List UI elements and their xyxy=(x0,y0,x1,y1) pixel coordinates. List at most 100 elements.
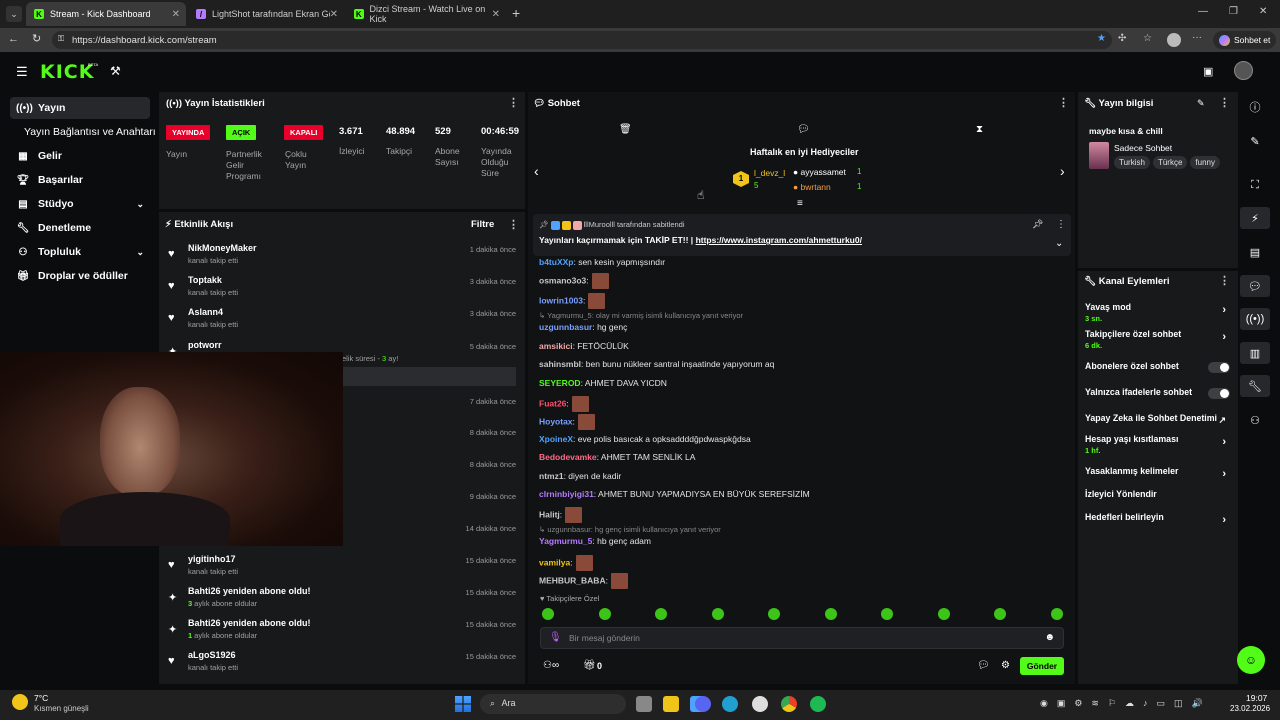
channel-action-row[interactable]: Abonelere özel sohbet xyxy=(1085,361,1230,373)
github-icon[interactable] xyxy=(752,696,768,712)
activity-item[interactable]: ♥ NikMoneyMaker kanalı takip etti 1 dakika … xyxy=(166,243,516,267)
gifter-3-name[interactable]: ● bwrtann xyxy=(793,182,831,192)
sidebar-item-drops[interactable]: 🎁︎ Droplar ve ödüller xyxy=(10,265,150,287)
sidebar-item-revenue[interactable]: ▦ Gelir xyxy=(10,145,150,167)
broadcast-icon[interactable]: ((•)) xyxy=(1240,308,1270,330)
chevron-right-icon[interactable]: › xyxy=(1060,163,1065,179)
reload-icon[interactable]: ↻ xyxy=(32,32,41,45)
sidebar-item-stream-key[interactable]: Yayın Bağlantısı ve Anahtarı xyxy=(18,121,158,143)
quick-emote-icon[interactable] xyxy=(937,608,950,620)
community-icon[interactable]: ⚇∞ xyxy=(543,660,559,671)
chat-username[interactable]: vamilya xyxy=(539,557,570,567)
channel-action-row[interactable]: Hesap yaşı kısıtlaması 1 hf. › xyxy=(1085,434,1230,455)
hammer-icon[interactable]: ⚒ xyxy=(110,64,121,78)
taskbar-search[interactable]: ⌕ Ara xyxy=(480,694,626,714)
chat-username[interactable]: sahinsmbl xyxy=(539,359,581,369)
chat-username[interactable]: Bedodevamke xyxy=(539,452,597,462)
quick-emote-icon[interactable] xyxy=(655,608,667,620)
tab-menu-button[interactable]: ⌄ xyxy=(6,6,22,22)
emoji-icon[interactable]: ☻ xyxy=(1044,632,1055,643)
wrench-icon[interactable]: 🔧︎ xyxy=(1240,375,1270,397)
send-button[interactable]: Gönder xyxy=(1020,657,1064,675)
close-icon[interactable]: ✕ xyxy=(330,9,338,20)
chevron-left-icon[interactable]: ‹ xyxy=(534,163,539,179)
spotify-icon[interactable] xyxy=(810,696,826,712)
toggle-switch[interactable] xyxy=(1208,388,1230,399)
channel-action-row[interactable]: Yavaş mod 3 sn. › xyxy=(1085,302,1230,323)
edit-icon[interactable]: ✎ xyxy=(1197,98,1205,109)
sidebar-item-stream[interactable]: ((•)) Yayın xyxy=(10,97,150,119)
chat-username[interactable]: Fuat26 xyxy=(539,398,566,408)
chat-message[interactable]: Fuat26: xyxy=(539,396,589,412)
chat-message[interactable]: sahinsmbl: ben bunu nükleer santral inşa… xyxy=(539,359,774,369)
quick-emote-icon[interactable] xyxy=(1050,608,1063,620)
sidebar-item-community[interactable]: ⚇ Topluluk ⌄ xyxy=(10,241,150,263)
chat-username[interactable]: b4tuXXp xyxy=(539,257,573,267)
clipboard-icon[interactable]: ▤ xyxy=(1240,241,1270,263)
lightning-icon[interactable]: ⚡︎ xyxy=(1240,207,1270,229)
toggle-switch[interactable] xyxy=(1208,362,1230,373)
task-view-icon[interactable] xyxy=(636,696,652,712)
browser-tab-3[interactable]: K Dizci Stream - Watch Live on Kick ✕ xyxy=(346,2,506,26)
activity-item[interactable]: ♥ Aslann4 kanalı takip etti 3 dakika önce xyxy=(166,307,516,331)
channel-action-row[interactable]: Takipçilere özel sohbet 6 dk. › xyxy=(1085,329,1230,350)
chat-message[interactable]: SEYEROD: AHMET DAVA YICDN xyxy=(539,378,667,388)
top-gifter-name[interactable]: l_devz_l xyxy=(754,168,785,178)
favorites-icon[interactable]: ☆ xyxy=(1143,33,1152,44)
chat-bubble-icon[interactable]: 💬︎ xyxy=(1240,275,1270,297)
gifter-2-name[interactable]: ● ayyassamet xyxy=(793,167,846,177)
channel-action-row[interactable]: Hedefleri belirleyin › xyxy=(1085,512,1230,526)
close-window-button[interactable]: ✕ xyxy=(1259,6,1267,17)
channel-action-row[interactable]: İzleyici Yönlendir xyxy=(1085,489,1230,499)
chevron-down-icon[interactable]: ⌄ xyxy=(1055,238,1063,249)
chat-message[interactable]: uzgunnbasur: hg genç xyxy=(539,322,627,332)
chat-message[interactable]: MEHBUR_BABA: xyxy=(539,573,628,589)
bookmark-star-icon[interactable]: ★ xyxy=(1097,33,1106,44)
category-name[interactable]: Sadece Sohbet xyxy=(1114,143,1172,153)
minimize-button[interactable]: — xyxy=(1198,6,1208,17)
chat-bubble-icon[interactable]: 💬︎ xyxy=(797,124,810,135)
file-explorer-icon[interactable] xyxy=(663,696,679,712)
more-options-icon[interactable]: ⋮ xyxy=(508,96,519,109)
weather-temp[interactable]: 7°C xyxy=(34,693,48,703)
address-input[interactable]: ⚿ https://dashboard.kick.com/stream ★ xyxy=(52,31,1112,49)
support-chat-button[interactable]: ☺ xyxy=(1237,646,1265,674)
pinned-link[interactable]: https://www.instagram.com/ahmetturku0/ xyxy=(696,235,862,245)
quick-emote-icon[interactable] xyxy=(711,608,724,620)
chat-message[interactable]: vamilya: xyxy=(539,555,593,571)
chat-username[interactable]: uzgunnbasur xyxy=(539,322,592,332)
chat-username[interactable]: XpoineX xyxy=(539,434,573,444)
copilot-chat-button[interactable]: Sohbet et xyxy=(1213,31,1277,49)
tag[interactable]: Türkçe xyxy=(1152,156,1188,169)
more-options-icon[interactable]: ⋮ xyxy=(1056,219,1066,230)
tag[interactable]: funny xyxy=(1190,156,1220,169)
layout-icon[interactable]: ▥ xyxy=(1240,342,1270,364)
chat-username[interactable]: lowrin1003 xyxy=(539,295,583,305)
channel-action-row[interactable]: Yapay Zeka ile Sohbet Denetimi ↗ xyxy=(1085,413,1230,425)
chat-message[interactable]: osmano3o3: xyxy=(539,273,609,289)
gear-icon[interactable]: ⚙︎ xyxy=(1001,660,1010,671)
more-options-icon[interactable]: ⋮ xyxy=(508,218,519,231)
chat-username[interactable]: Hoyotax xyxy=(539,416,573,426)
back-icon[interactable]: ← xyxy=(8,33,19,45)
chat-message[interactable]: lowrin1003: xyxy=(539,293,606,309)
chat-message[interactable]: XpoineX: eve polis basıcak a opksaddddğp… xyxy=(539,434,751,444)
chat-message[interactable]: Hoyotax: xyxy=(539,414,595,430)
screenshot-icon[interactable]: ⛶ xyxy=(1240,174,1270,196)
avatar[interactable] xyxy=(1167,33,1181,47)
browser-tab-2[interactable]: / LightShot tarafından Ekran Görünt ✕ xyxy=(188,2,344,26)
collapse-icon[interactable]: ≡ xyxy=(797,198,803,209)
kick-logo[interactable]: KICK xyxy=(40,61,94,83)
taskbar-time[interactable]: 19:07 xyxy=(1246,693,1267,703)
pin-icon[interactable]: 📌︎ xyxy=(1032,219,1043,230)
filter-button[interactable]: Filtre xyxy=(471,219,494,230)
sidebar-item-studio[interactable]: ▤ Stüdyo ⌄ xyxy=(10,193,150,215)
hourglass-icon[interactable]: ⧗ xyxy=(976,124,983,135)
chat-username[interactable]: clrninbiyigi31 xyxy=(539,489,594,499)
quick-emote-icon[interactable] xyxy=(824,608,837,620)
edit-icon[interactable]: ✎ xyxy=(1240,130,1270,152)
discord-icon[interactable] xyxy=(695,696,711,712)
quick-emote-icon[interactable] xyxy=(542,608,554,620)
activity-item[interactable]: ✦ Bahti26 yeniden abone oldu! 1 aylık abone… xyxy=(166,618,516,642)
hamburger-menu-icon[interactable]: ☰ xyxy=(16,64,28,80)
